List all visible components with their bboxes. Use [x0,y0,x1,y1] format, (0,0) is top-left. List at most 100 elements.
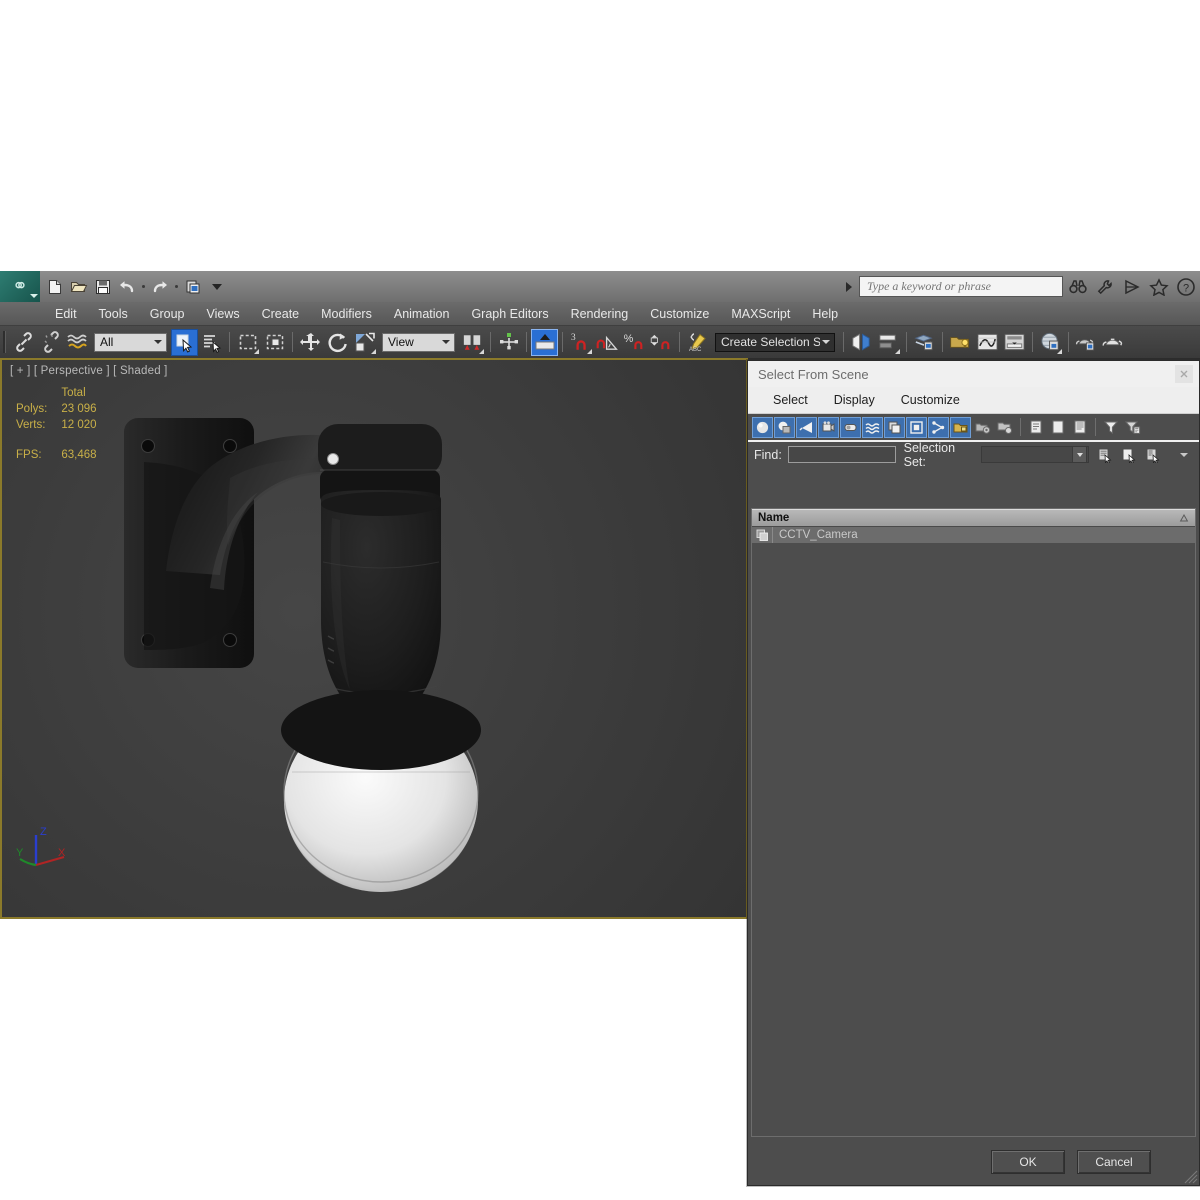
menu-item-create[interactable]: Create [251,303,311,325]
tools-wrench-button[interactable] [1093,275,1117,299]
ok-button[interactable]: OK [991,1150,1065,1174]
menu-item-views[interactable]: Views [195,303,250,325]
align-button[interactable] [875,329,902,356]
display-groups-button[interactable] [884,416,905,438]
select-from-scene-dialog[interactable]: Select From Scene Select Display Customi… [747,360,1200,1186]
expand-all-button[interactable] [1025,417,1046,438]
select-dependents-button[interactable] [1144,445,1162,465]
select-and-scale-button[interactable] [351,329,378,356]
layer-manager-button[interactable] [911,329,938,356]
select-influences-button[interactable] [1120,445,1138,465]
menu-item-graph-editors[interactable]: Graph Editors [460,303,559,325]
menu-item-maxscript[interactable]: MAXScript [720,303,801,325]
select-and-link-button[interactable] [10,329,37,356]
display-children-button[interactable] [972,417,993,438]
scene-object-list[interactable]: Name CCTV_Camera [751,508,1196,1137]
spinner-snap-toggle-button[interactable] [648,329,675,356]
rectangular-selection-region-button[interactable] [234,329,261,356]
cancel-button[interactable]: Cancel [1077,1150,1151,1174]
display-xrefs-button[interactable] [906,416,927,438]
filter-button[interactable] [1100,417,1121,438]
favorites-button[interactable] [1147,275,1171,299]
curve-editor-button[interactable] [974,329,1001,356]
open-file-button[interactable] [68,276,90,298]
selection-filter-combo[interactable]: All [94,332,167,352]
display-space-warps-button[interactable] [862,416,883,438]
new-file-button[interactable] [44,276,66,298]
select-by-name-button[interactable] [198,329,225,356]
search-input-wrapper[interactable] [859,276,1063,297]
display-containers-button[interactable] [950,416,971,438]
select-and-manipulate-button[interactable] [495,329,522,356]
chevron-down-icon[interactable] [820,335,832,350]
menu-item-customize[interactable]: Customize [639,303,720,325]
select-children-button[interactable] [1095,445,1113,465]
dialog-menu-select[interactable]: Select [760,388,821,412]
reference-coordinate-system-combo[interactable]: View [382,332,455,352]
display-cameras-button[interactable] [818,416,839,438]
undo-button[interactable] [116,276,138,298]
viewport-scene[interactable]: [ + ] [ Perspective ] [ Shaded ] Total P… [2,360,746,917]
menu-item-edit[interactable]: Edit [44,303,88,325]
list-column-header[interactable]: Name [752,509,1195,527]
schematic-view-button[interactable] [1001,329,1028,356]
list-options-button[interactable] [1175,445,1193,465]
sort-ascending-icon[interactable] [1179,513,1189,523]
find-input[interactable] [787,446,896,463]
expand-selected-button[interactable] [1069,417,1090,438]
use-center-flyout-button[interactable] [459,329,486,356]
chevron-down-icon[interactable] [439,335,452,350]
scene-explorer-button[interactable] [947,329,974,356]
toolbar-drag-handle[interactable] [1,329,8,355]
display-bones-button[interactable] [928,416,949,438]
select-object-button[interactable] [171,328,198,356]
resize-grip-icon[interactable] [1184,1170,1198,1184]
window-crossing-button[interactable] [261,329,288,356]
dialog-close-button[interactable] [1175,365,1193,383]
mirror-button[interactable] [848,329,875,356]
help-button[interactable]: ? [1174,275,1198,299]
dialog-menu-customize[interactable]: Customize [888,388,973,412]
selection-set-combo[interactable] [980,446,1090,463]
menu-item-modifiers[interactable]: Modifiers [310,303,383,325]
menu-item-group[interactable]: Group [139,303,196,325]
quick-access-overflow-button[interactable] [206,276,228,298]
select-and-move-button[interactable] [297,329,324,356]
display-shapes-button[interactable] [774,416,795,438]
cctv-dome-camera-model[interactable] [102,400,572,900]
material-editor-button[interactable] [1037,329,1064,356]
display-lights-button[interactable] [796,416,817,438]
chevron-down-icon[interactable] [1072,446,1088,463]
redo-dropdown-button[interactable] [173,276,180,298]
select-and-rotate-button[interactable] [324,329,351,356]
edit-named-selection-sets-button[interactable]: ABC [684,329,711,356]
named-selection-sets-combo[interactable]: Create Selection Se [715,332,835,352]
snaps-toggle-button[interactable] [531,328,558,356]
save-file-button[interactable] [92,276,114,298]
search-expand-button[interactable] [842,277,856,297]
project-folder-button[interactable] [182,276,204,298]
dialog-menu-display[interactable]: Display [821,388,888,412]
angle-snap-toggle-button[interactable] [594,329,621,356]
redo-button[interactable] [149,276,171,298]
display-helpers-button[interactable] [840,416,861,438]
display-geometry-button[interactable] [752,416,773,438]
bind-to-space-warp-button[interactable] [64,329,91,356]
dialog-title-bar[interactable]: Select From Scene [748,361,1199,387]
menu-item-tools[interactable]: Tools [88,303,139,325]
percent-snap-toggle-button[interactable]: % [621,329,648,356]
application-menu-button[interactable]: ⚭ [0,271,40,302]
filter-settings-button[interactable] [1122,417,1143,438]
undo-dropdown-button[interactable] [140,276,147,298]
perspective-viewport[interactable]: [ + ] [ Perspective ] [ Shaded ] Total P… [0,358,748,919]
menu-item-help[interactable]: Help [801,303,849,325]
search-binoculars-button[interactable] [1066,275,1090,299]
menu-item-rendering[interactable]: Rendering [560,303,640,325]
list-item[interactable]: CCTV_Camera [752,527,1195,543]
collapse-all-button[interactable] [1047,417,1068,438]
menu-item-animation[interactable]: Animation [383,303,461,325]
render-setup-button[interactable] [1073,329,1100,356]
rendered-frame-window-button[interactable] [1100,329,1127,356]
unlink-selection-button[interactable] [37,329,64,356]
chevron-down-icon[interactable] [151,335,164,350]
